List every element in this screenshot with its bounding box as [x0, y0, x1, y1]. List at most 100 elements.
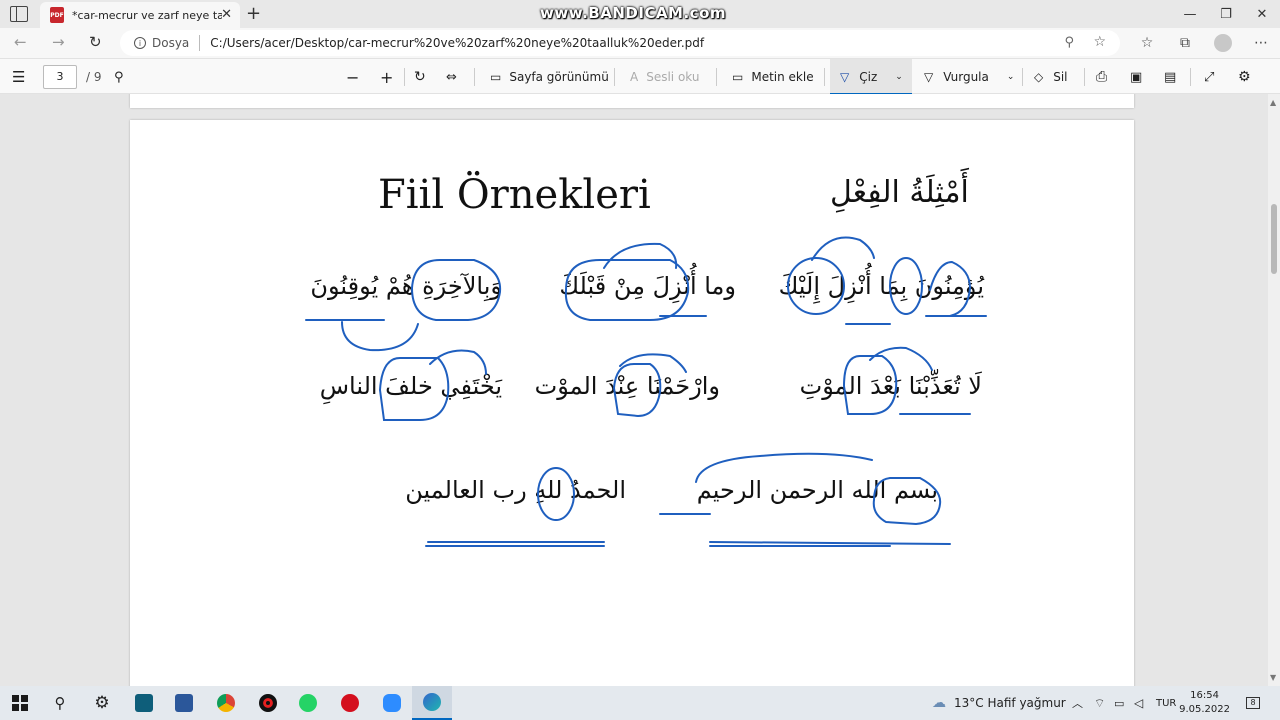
save-icon[interactable]: ▣ — [1130, 59, 1142, 95]
divider — [1084, 68, 1085, 86]
search-icon[interactable]: ⚲ — [40, 686, 80, 720]
forward-icon[interactable]: → — [52, 33, 65, 51]
windows-start-icon[interactable] — [0, 686, 40, 720]
zoom-app-icon[interactable] — [372, 686, 412, 720]
chevron-down-icon[interactable]: ⌄ — [895, 72, 903, 82]
info-icon[interactable]: i — [134, 37, 146, 49]
navigation-bar: ← → ↻ i Dosya C:/Users/acer/Desktop/car-… — [0, 28, 1280, 58]
divider — [716, 68, 717, 86]
browser-actions: ☆ ⧉ ⋯ — [1128, 28, 1280, 58]
verse-row1-middle: وما أُنْزِلَ مِنْ قَبْلَكَ — [559, 272, 736, 300]
read-aloud-label: Sesli oku — [646, 70, 700, 84]
minimize-icon[interactable]: — — [1172, 0, 1208, 28]
whatsapp-icon[interactable] — [288, 686, 328, 720]
eraser-icon: ◇ — [1034, 70, 1044, 84]
page-title-arabic: أَمْثِلَةُ الفِعْلِ — [830, 175, 969, 210]
page-number-input[interactable]: 3 — [43, 65, 77, 89]
divider — [474, 68, 475, 86]
close-tab-icon[interactable]: ✕ — [221, 7, 232, 22]
save-as-icon[interactable]: ▤ — [1164, 59, 1176, 95]
divider — [404, 68, 405, 86]
window-controls: — ❐ ✕ — [1172, 0, 1280, 28]
pdf-page[interactable]: Fiil Örnekleri أَمْثِلَةُ الفِعْلِ يُؤمِ… — [130, 120, 1134, 686]
read-aloud-button[interactable]: A Sesli oku — [630, 59, 699, 95]
pdf-toolbar: ☰ 3 / 9 ⚲ − + ↻ ⇔ ▭ Sayfa görünümü A Sesli… — [0, 58, 1280, 95]
document-viewer[interactable]: Fiil Örnekleri أَمْثِلَةُ الفِعْلِ يُؤمِ… — [0, 94, 1268, 686]
search-icon[interactable]: ⚲ — [114, 59, 124, 95]
chevron-down-icon[interactable]: ⌄ — [1007, 72, 1015, 82]
battery-icon[interactable]: ▭ — [1114, 686, 1124, 720]
zoom-icon[interactable]: ⚲ — [1064, 35, 1074, 50]
maximize-icon[interactable]: ❐ — [1208, 0, 1244, 28]
volume-icon[interactable]: ◁ — [1134, 686, 1143, 720]
settings-icon[interactable]: ⚙ — [1238, 59, 1251, 95]
address-bar[interactable]: i Dosya C:/Users/acer/Desktop/car-mecrur… — [120, 30, 1120, 56]
tab-active[interactable]: PDF *car-mecrur ve zarf neye taalluk ✕ — [40, 2, 240, 28]
opera-icon[interactable] — [330, 686, 370, 720]
verse-row2-right: لَا تُعَذِّبْنَا بَعْدَ الموْتِ — [799, 372, 982, 400]
clock[interactable]: 16:54 9.05.2022 — [1179, 689, 1230, 717]
notifications-icon[interactable]: 8 — [1246, 686, 1260, 720]
url-text[interactable]: C:/Users/acer/Desktop/car-mecrur%20ve%20… — [210, 36, 704, 50]
tab-title: *car-mecrur ve zarf neye taalluk — [72, 8, 222, 22]
add-text-button[interactable]: ▭ Metin ekle — [732, 59, 814, 95]
pdf-icon: PDF — [50, 7, 64, 23]
scrollbar-thumb[interactable] — [1271, 204, 1277, 274]
ink-arrow — [603, 242, 678, 269]
avatar[interactable] — [1214, 34, 1232, 52]
fit-page-icon[interactable]: ⇔ — [446, 59, 457, 95]
vertical-scrollbar[interactable]: ▲ ▼ — [1268, 94, 1280, 686]
divider — [1022, 68, 1023, 86]
tray-chevron-icon[interactable]: ︿ — [1072, 686, 1083, 720]
record-icon[interactable] — [248, 686, 288, 720]
network-icon[interactable]: ⌔ — [1094, 686, 1105, 720]
scroll-down-icon[interactable]: ▼ — [1270, 673, 1276, 682]
add-favorite-icon[interactable]: ☆ — [1093, 34, 1106, 50]
collections-icon[interactable]: ⧉ — [1166, 35, 1204, 51]
zoom-out-icon[interactable]: − — [346, 59, 359, 95]
word-icon[interactable] — [164, 686, 204, 720]
draw-label: Çiz — [859, 70, 878, 84]
contents-icon[interactable]: ☰ — [12, 59, 25, 95]
chrome-icon[interactable] — [206, 686, 246, 720]
ink-arrow — [429, 349, 487, 375]
page-title: Fiil Örnekleri — [378, 172, 651, 218]
cloud-icon: ☁ — [932, 695, 946, 711]
highlight-button[interactable]: ▽ Vurgula ⌄ — [924, 59, 1014, 95]
refresh-icon[interactable]: ↻ — [89, 33, 102, 51]
read-aloud-icon: A — [630, 70, 639, 84]
page-total: / 9 — [86, 70, 102, 84]
divider — [614, 68, 615, 86]
scroll-up-icon[interactable]: ▲ — [1270, 98, 1276, 107]
verse-row2-middle: وارْحَمْنَا عِنْدَ الموْت — [534, 372, 720, 400]
weather-widget[interactable]: ☁ 13°C Hafif yağmur — [932, 686, 1066, 720]
divider — [1190, 68, 1191, 86]
zoom-in-icon[interactable]: + — [380, 59, 393, 95]
verse-row1-right: يُؤمِنُونَ بِمَا أُنْزِلَ إِلَيْكَ — [778, 272, 984, 300]
draw-button[interactable]: ▽ Çiz ⌄ — [840, 59, 903, 95]
rotate-icon[interactable]: ↻ — [414, 59, 426, 95]
app-icon[interactable] — [124, 686, 164, 720]
edge-icon[interactable] — [412, 686, 452, 720]
back-icon[interactable]: ← — [14, 33, 27, 51]
new-tab-icon[interactable]: + — [246, 3, 261, 24]
tab-bar: PDF *car-mecrur ve zarf neye taalluk ✕ +… — [0, 0, 1280, 28]
settings-icon[interactable]: ⚙ — [82, 686, 122, 720]
page-view-icon: ▭ — [490, 70, 502, 84]
erase-button[interactable]: ◇ Sil — [1034, 59, 1068, 95]
notification-count: 8 — [1246, 697, 1260, 709]
highlight-icon: ▽ — [924, 70, 934, 84]
verse-row3-left: الحمدُ للهِ رب العالمين — [405, 476, 626, 504]
page-view-button[interactable]: ▭ Sayfa görünümü — [490, 59, 609, 95]
language-indicator[interactable]: TUR — [1156, 686, 1176, 720]
close-window-icon[interactable]: ✕ — [1244, 0, 1280, 28]
favorites-icon[interactable]: ☆ — [1128, 35, 1166, 51]
ink-arrow — [341, 321, 419, 352]
print-icon[interactable]: ⎙ — [1096, 59, 1107, 95]
fullscreen-icon[interactable]: ⤢ — [1204, 59, 1214, 95]
tab-actions-icon[interactable] — [10, 6, 28, 22]
weather-text: 13°C Hafif yağmur — [954, 696, 1066, 710]
more-icon[interactable]: ⋯ — [1242, 35, 1280, 51]
bandicam-watermark: www.BANDICAM.com — [540, 4, 727, 22]
previous-page — [130, 94, 1134, 108]
